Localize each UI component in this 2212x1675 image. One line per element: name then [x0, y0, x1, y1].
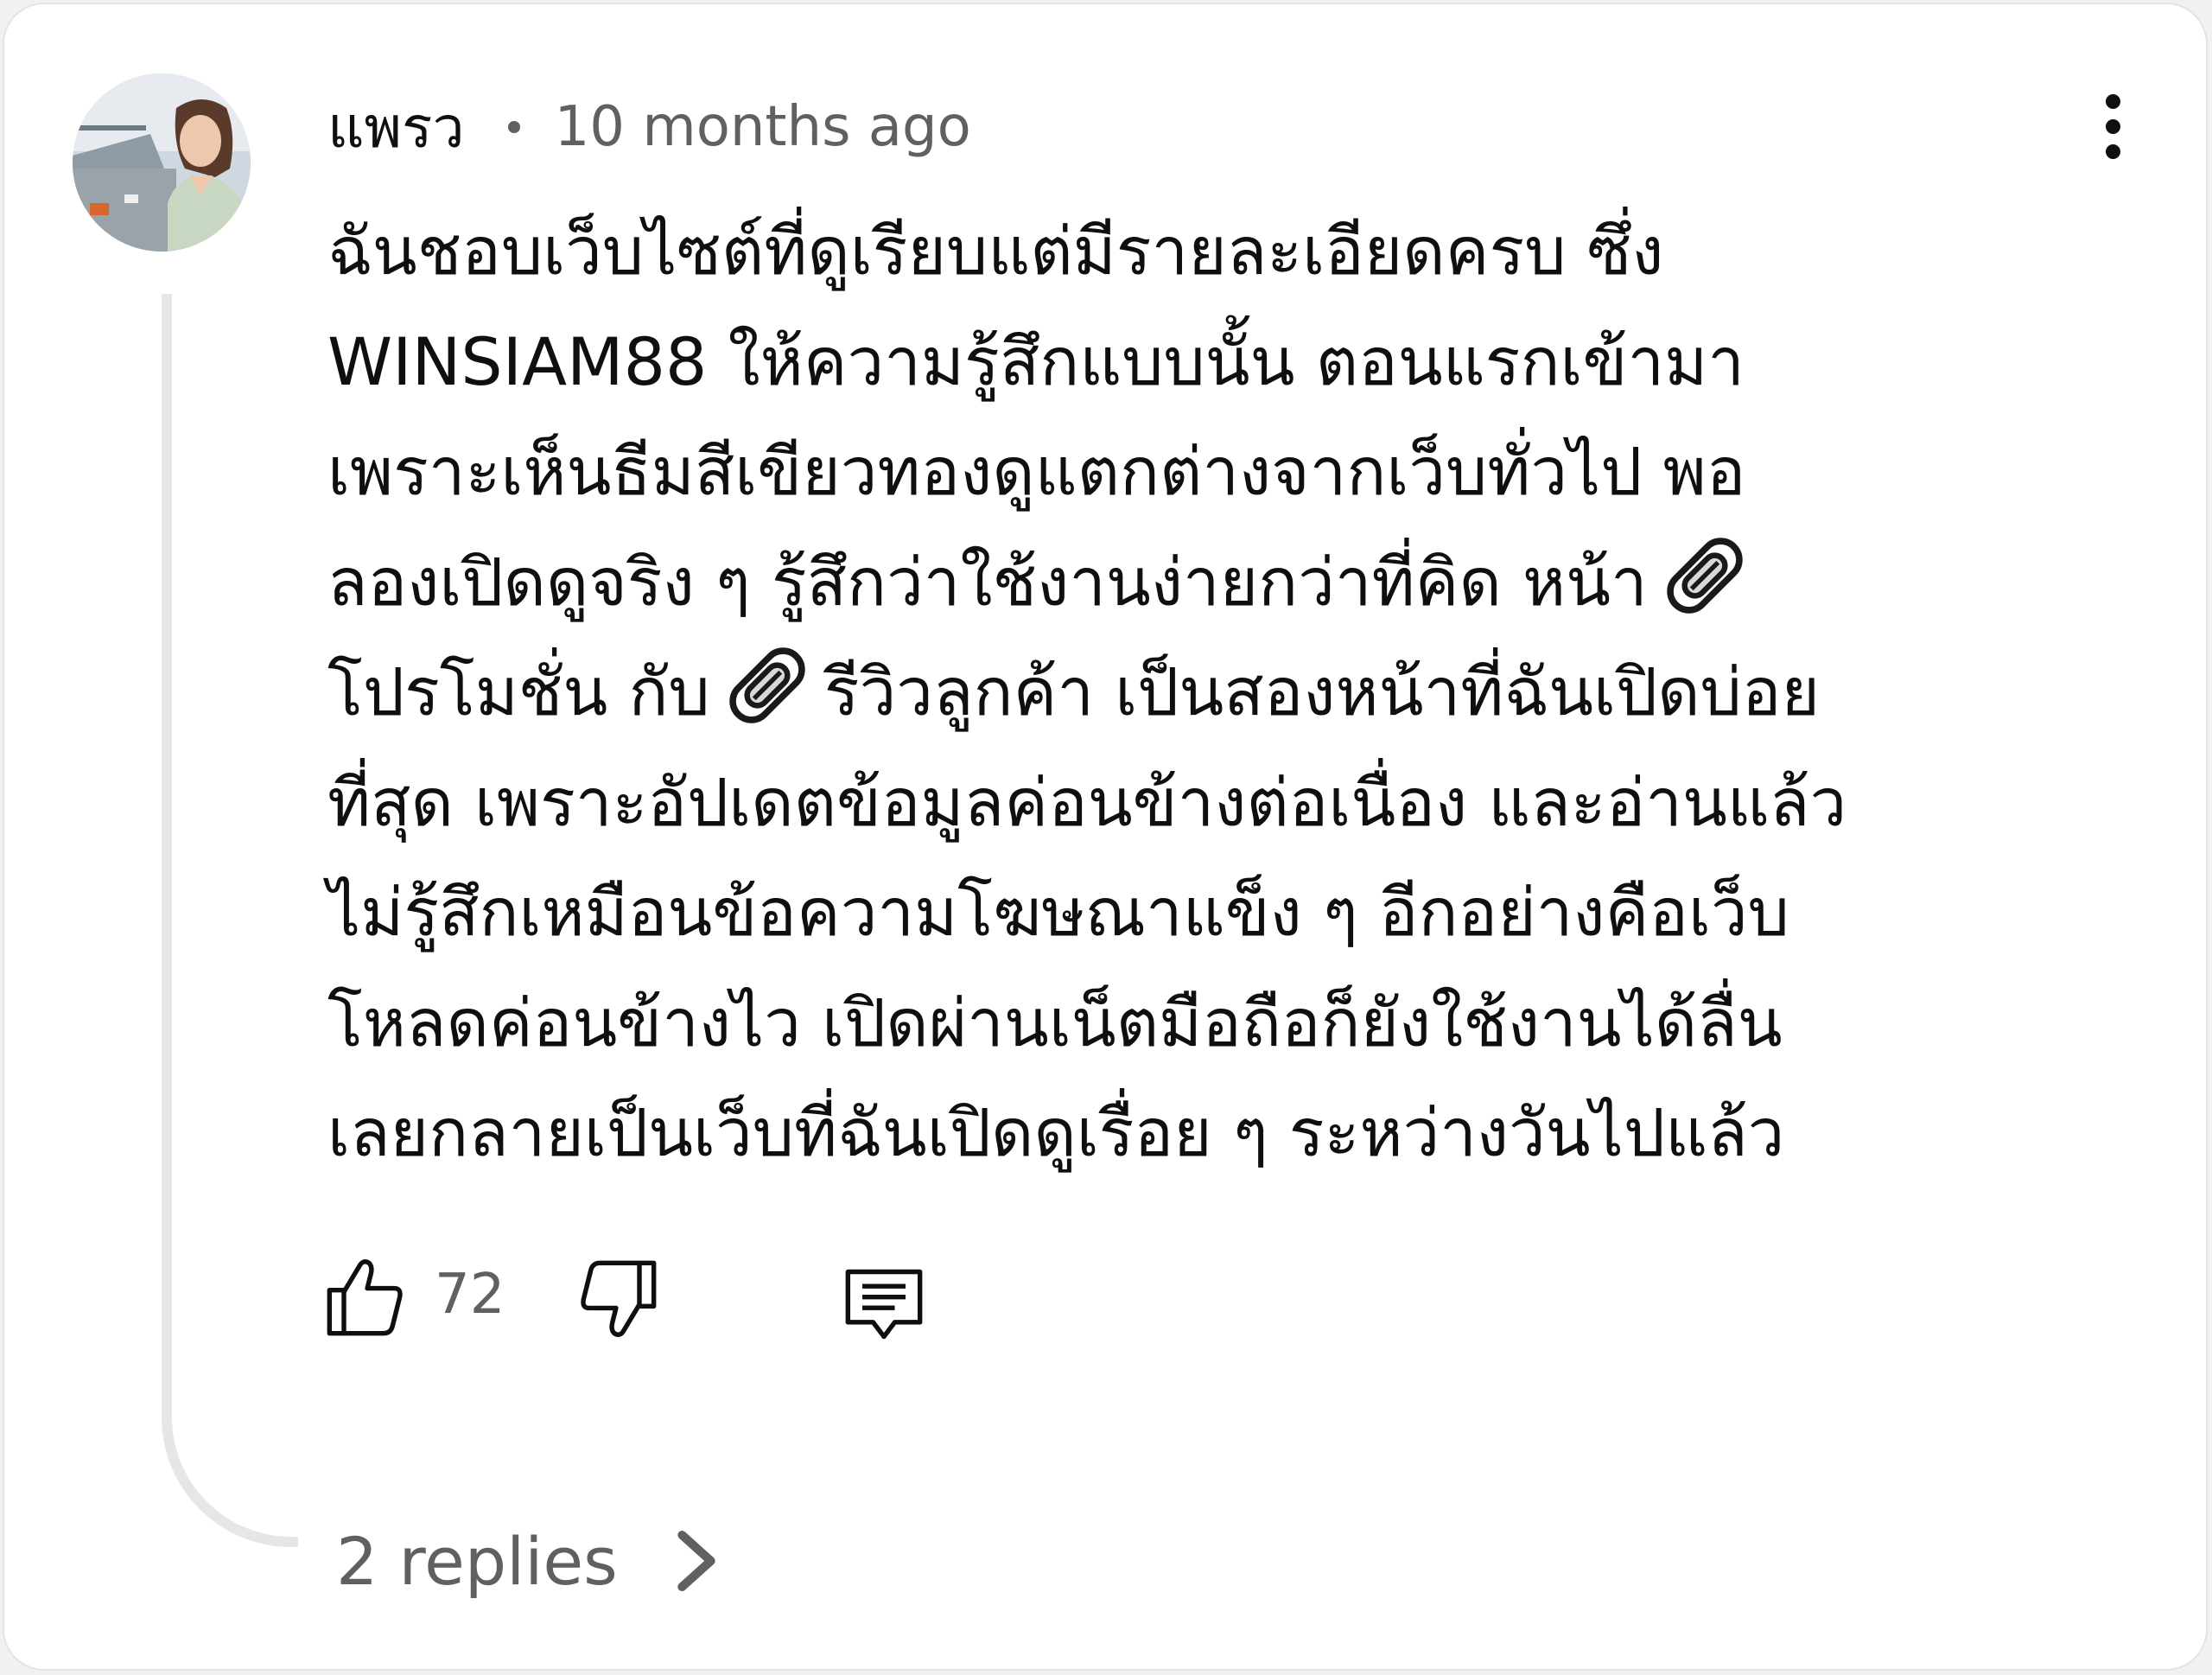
more-vertical-icon: [2105, 93, 2120, 109]
comment-line: ลองเปิดดูจริง ๆ รู้สึกว่าใช้งานง่ายกว่าท…: [327, 527, 2159, 638]
comment-line: ฉันชอบเว็บไซต์ที่ดูเรียบแต่มีรายละเอียดค…: [327, 213, 1664, 290]
reply-button[interactable]: [841, 1261, 927, 1347]
comment-reply-icon: [845, 1269, 923, 1340]
comment-line: WINSIAM88 ให้ความรู้สึกแบบนั้น ตอนแรกเข้…: [327, 322, 1745, 400]
chevron-right-icon: [677, 1531, 715, 1591]
dislike-button[interactable]: [575, 1256, 661, 1342]
link-icon: [1667, 537, 1743, 614]
timestamp[interactable]: 10 months ago: [555, 95, 971, 159]
comment-actions: 72: [322, 1249, 979, 1344]
comment-text: ฉันชอบเว็บไซต์ที่ดูเรียบแต่มีรายละเอียดค…: [327, 196, 2159, 1188]
like-button[interactable]: [322, 1254, 409, 1341]
comment-card: แพรว 10 months ago ฉันชอบเว็บไซต์ที่ดูเร…: [3, 3, 2208, 1671]
like-count: 72: [435, 1263, 505, 1327]
thumbs-down-icon: [581, 1260, 657, 1337]
comment-line: โหลดค่อนข้างไว เปิดผ่านเน็ตมือถือก็ยังใช…: [327, 984, 1783, 1061]
thread-line: [162, 294, 298, 1547]
comment-line: เพราะเห็นธีมสีเขียวทองดูแตกต่างจากเว็บทั…: [327, 433, 1746, 510]
author-name[interactable]: แพรว: [327, 82, 465, 173]
comment-line: โปรโมชั่น กับ รีวิวลูกค้า เป็นสองหน้าที่…: [327, 637, 2159, 748]
comment-line-text: ลองเปิดดูจริง ๆ รู้สึกว่าใช้งานง่ายกว่าท…: [327, 543, 1648, 621]
comment-line: ที่สุด เพราะอัปเดตข้อมูลค่อนข้างต่อเนื่อ…: [327, 763, 1847, 841]
comment-line-text: โปรโมชั่น กับ: [327, 653, 710, 730]
more-vertical-icon-dot: [2105, 118, 2120, 134]
comment-line: เลยกลายเป็นเว็บที่ฉันเปิดดูเรื่อย ๆ ระหว…: [327, 1094, 1785, 1171]
comment-line-text: รีวิวลูกค้า เป็นสองหน้าที่ฉันเปิดบ่อย: [823, 653, 1821, 730]
separator-dot: [507, 121, 520, 133]
comment-line: ไม่รู้สึกเหมือนข้อความโฆษณาแข็ง ๆ อีกอย่…: [327, 874, 1789, 951]
thumbs-up-icon: [327, 1259, 403, 1336]
avatar[interactable]: [73, 73, 251, 252]
comment-header: แพรว 10 months ago: [327, 84, 971, 170]
more-vertical-icon-dot: [2105, 143, 2120, 159]
avatar-photo: [73, 73, 251, 252]
more-actions-button[interactable]: [2078, 87, 2147, 165]
view-replies-button[interactable]: 2 replies: [336, 1513, 727, 1608]
replies-label: 2 replies: [336, 1522, 618, 1600]
link-icon: [729, 647, 805, 723]
